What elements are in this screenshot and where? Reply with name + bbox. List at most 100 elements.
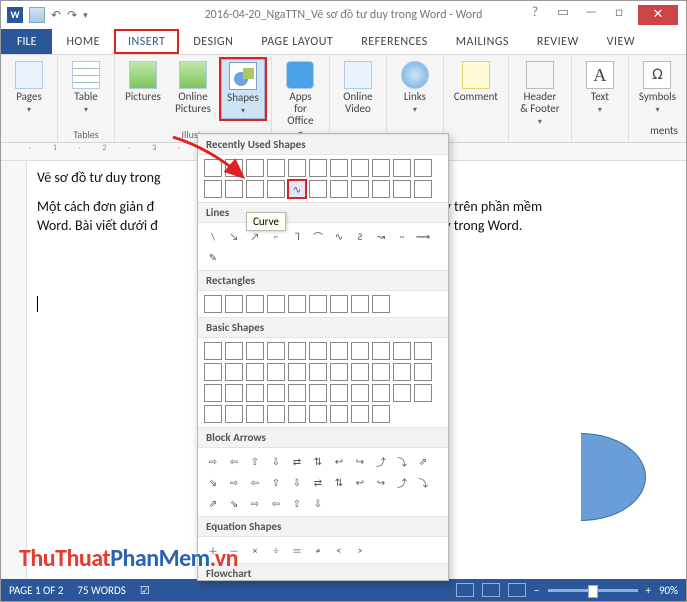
shape-item[interactable]	[372, 180, 390, 198]
shape-item[interactable]	[351, 159, 369, 177]
shape-item[interactable]: ⇗	[204, 494, 222, 512]
shape-item[interactable]: ⤴	[372, 452, 390, 470]
shape-item[interactable]	[393, 180, 411, 198]
shape-item[interactable]	[267, 384, 285, 402]
tab-view[interactable]: VIEW	[593, 29, 649, 54]
shape-item[interactable]	[372, 342, 390, 360]
shape-item[interactable]	[225, 405, 243, 423]
shape-item[interactable]	[393, 342, 411, 360]
shape-item[interactable]	[225, 159, 243, 177]
apps-button[interactable]: Apps for Office▾	[278, 59, 323, 141]
page-indicator[interactable]: PAGE 1 OF 2	[9, 584, 63, 597]
shape-item[interactable]	[414, 180, 432, 198]
ribbon-display-icon[interactable]: ▭	[554, 5, 572, 25]
shape-item[interactable]: ⇗	[414, 452, 432, 470]
shape-item[interactable]	[225, 342, 243, 360]
shapes-gallery[interactable]: Recently Used Shapes ∿ Lines \↘↗⌐˥⌒∿Ƨ↝~⟿…	[197, 133, 449, 581]
shape-item[interactable]	[225, 384, 243, 402]
comment-button[interactable]: Comment	[450, 59, 502, 105]
shape-item[interactable]	[309, 342, 327, 360]
zoom-out-icon[interactable]: −	[534, 584, 539, 597]
shape-item[interactable]: ∿	[330, 227, 348, 245]
shape-item[interactable]	[414, 159, 432, 177]
shape-item[interactable]: ⌒	[309, 227, 327, 245]
shape-item[interactable]: ⟿	[414, 227, 432, 245]
shapes-button[interactable]: Shapes▾	[221, 59, 265, 119]
shape-item[interactable]	[267, 180, 285, 198]
shape-item[interactable]: ⇄	[288, 452, 306, 470]
shape-item[interactable]	[288, 159, 306, 177]
links-button[interactable]: Links▾	[393, 59, 437, 117]
shape-item[interactable]	[246, 180, 264, 198]
shape-item[interactable]: ⇩	[288, 473, 306, 491]
shape-item[interactable]	[246, 159, 264, 177]
shape-item[interactable]	[372, 384, 390, 402]
shape-item[interactable]	[204, 405, 222, 423]
tab-home[interactable]: HOME	[52, 29, 114, 54]
shape-item[interactable]	[372, 405, 390, 423]
shape-item[interactable]: ＝	[288, 541, 306, 559]
pages-button[interactable]: Pages▾	[7, 59, 51, 117]
shape-item[interactable]	[204, 159, 222, 177]
shape-item[interactable]	[351, 180, 369, 198]
shape-item[interactable]	[204, 363, 222, 381]
shape-item[interactable]	[288, 342, 306, 360]
web-layout-icon[interactable]	[508, 583, 526, 597]
table-button[interactable]: Table▾	[64, 59, 108, 117]
shape-item[interactable]: ⇨	[204, 452, 222, 470]
shape-item[interactable]	[204, 180, 222, 198]
shape-item[interactable]	[309, 384, 327, 402]
undo-icon[interactable]: ↶	[51, 8, 61, 23]
shape-item[interactable]: ⤵	[393, 452, 411, 470]
shape-item[interactable]: ⇩	[267, 452, 285, 470]
vertical-ruler[interactable]	[1, 161, 27, 581]
shape-item[interactable]	[393, 159, 411, 177]
shape-item[interactable]	[309, 363, 327, 381]
shape-item[interactable]	[351, 342, 369, 360]
shape-item[interactable]	[330, 342, 348, 360]
tab-insert[interactable]: INSERT	[114, 29, 179, 54]
shape-item[interactable]	[414, 342, 432, 360]
shape-item[interactable]	[288, 363, 306, 381]
text-button[interactable]: AText▾	[578, 59, 622, 117]
shape-item[interactable]: ⇦	[246, 473, 264, 491]
shape-item[interactable]	[309, 295, 327, 313]
shape-item[interactable]	[330, 180, 348, 198]
shape-item[interactable]	[330, 159, 348, 177]
online-video-button[interactable]: Online Video	[336, 59, 380, 117]
redo-icon[interactable]: ↷	[67, 8, 77, 23]
shape-item[interactable]: \	[204, 227, 222, 245]
online-pictures-button[interactable]: Online Pictures	[171, 59, 215, 117]
proofing-icon[interactable]: ☑	[140, 584, 150, 597]
minimize-icon[interactable]: —	[582, 5, 600, 25]
shape-item[interactable]: ×	[246, 541, 264, 559]
shape-item[interactable]: ↪	[372, 473, 390, 491]
shape-item[interactable]: ↝	[372, 227, 390, 245]
header-footer-button[interactable]: Header & Footer▾	[515, 59, 565, 129]
shape-item[interactable]: ⇦	[225, 452, 243, 470]
shape-item[interactable]	[330, 405, 348, 423]
shape-item[interactable]: ⇅	[330, 473, 348, 491]
shape-item[interactable]	[204, 384, 222, 402]
shape-item[interactable]: ≠	[309, 541, 327, 559]
shape-item[interactable]	[246, 342, 264, 360]
shape-item[interactable]	[246, 363, 264, 381]
shape-item[interactable]	[351, 295, 369, 313]
symbols-button[interactable]: ΩSymbols▾	[635, 59, 680, 117]
shape-item[interactable]: ✎	[204, 248, 222, 266]
shape-item[interactable]: ↪	[351, 452, 369, 470]
read-mode-icon[interactable]	[456, 583, 474, 597]
shape-item[interactable]: ⇩	[309, 494, 327, 512]
shape-item[interactable]: ↩	[351, 473, 369, 491]
shape-item[interactable]: ⤴	[393, 473, 411, 491]
shape-item[interactable]: ⇘	[225, 494, 243, 512]
shape-item[interactable]	[246, 384, 264, 402]
qat-dropdown-icon[interactable]: ▾	[83, 10, 88, 21]
shape-item[interactable]: ÷	[267, 541, 285, 559]
shape-item[interactable]	[288, 405, 306, 423]
shape-item[interactable]: ⇧	[288, 494, 306, 512]
tab-mailings[interactable]: MAILINGS	[442, 29, 523, 54]
shape-item[interactable]	[204, 342, 222, 360]
shape-item[interactable]	[351, 363, 369, 381]
shape-item[interactable]: ⇨	[246, 494, 264, 512]
